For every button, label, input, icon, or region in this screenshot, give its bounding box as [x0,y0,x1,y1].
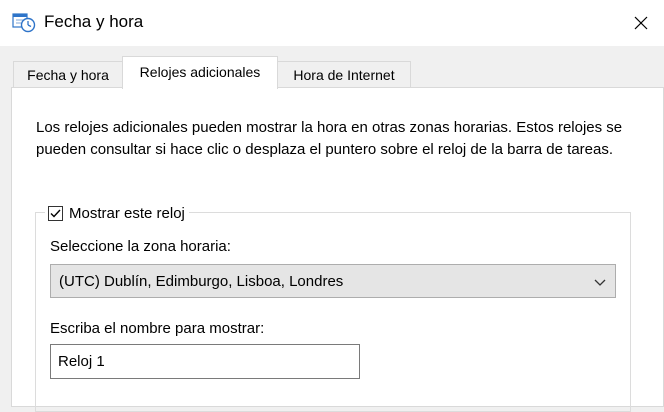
date-time-icon [12,13,36,33]
tab-fecha-y-hora[interactable]: Fecha y hora [13,61,123,87]
description-text: Los relojes adicionales pueden mostrar l… [36,119,623,158]
show-clock-label: Mostrar este reloj [69,204,185,222]
display-name-label: Escriba el nombre para mostrar: [50,320,265,337]
display-name-value: Reloj 1 [58,353,105,370]
title-bar: Fecha y hora [0,0,664,46]
show-clock-checkbox[interactable] [48,205,63,221]
chevron-down-icon [594,279,606,286]
display-name-field[interactable]: Reloj 1 [50,344,360,379]
tab-strip: Fecha y hora Relojes adicionales Hora de… [0,56,664,89]
checkmark-icon [50,209,61,218]
tab-label: Hora de Internet [293,67,395,83]
tab-label: Relojes adicionales [139,64,261,80]
close-button[interactable] [618,0,664,46]
window-title: Fecha y hora [44,12,144,31]
timezone-label: Seleccione la zona horaria: [50,238,231,255]
close-icon [634,16,648,30]
tab-hora-de-internet[interactable]: Hora de Internet [277,61,411,87]
tab-label: Fecha y hora [27,67,109,83]
tab-relojes-adicionales[interactable]: Relojes adicionales [122,56,278,89]
timezone-dropdown[interactable]: (UTC) Dublín, Edimburgo, Lisboa, Londres [50,264,616,298]
show-clock-checkbox-row[interactable]: Mostrar este reloj [45,202,189,224]
timezone-selected-value: (UTC) Dublín, Edimburgo, Lisboa, Londres [59,273,344,290]
